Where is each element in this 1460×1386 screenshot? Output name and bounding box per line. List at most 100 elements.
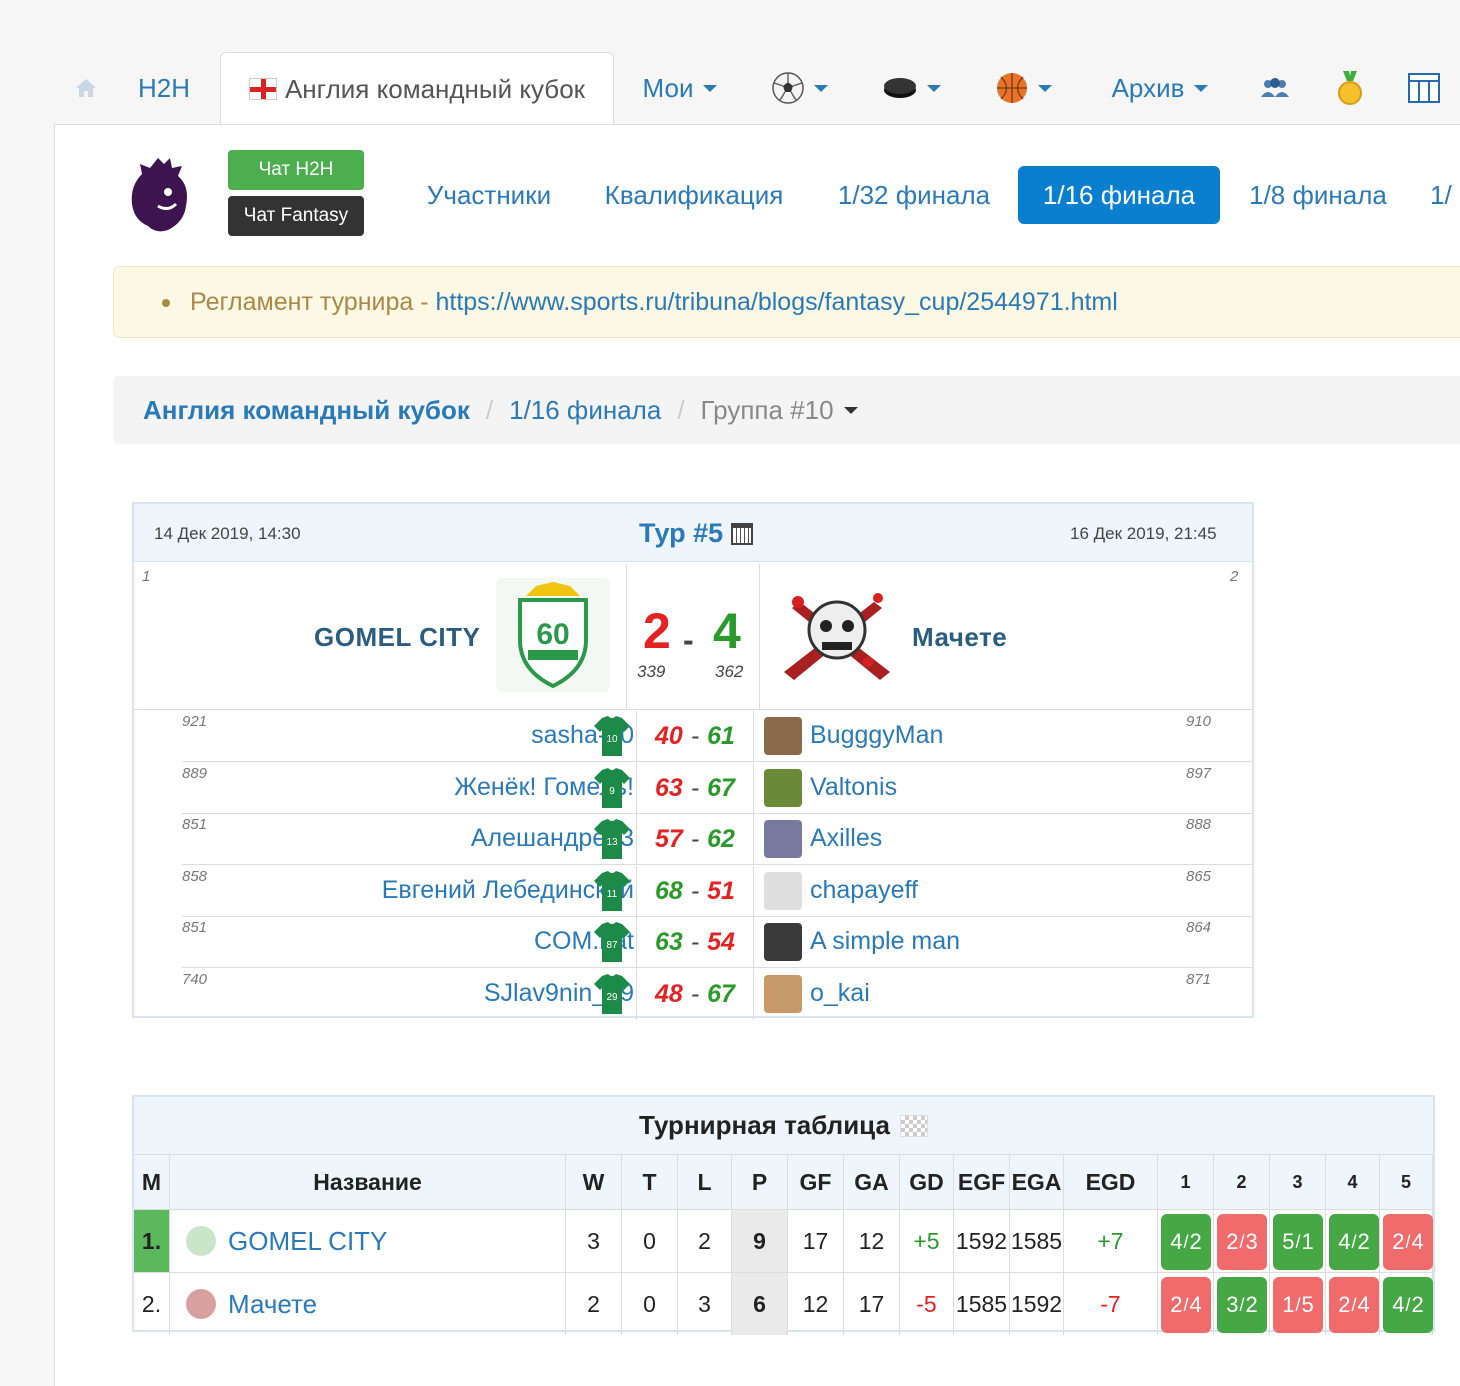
subnav-round-16[interactable]: 1/16 финала [1018, 166, 1220, 224]
result-badge[interactable]: 4/2 [1161, 1214, 1211, 1270]
subnav-qualification[interactable]: Квалификация [592, 166, 796, 224]
avatar [764, 717, 802, 755]
result-badge[interactable]: 4/2 [1383, 1277, 1433, 1333]
match-tour-title[interactable]: Тур #5 [639, 518, 754, 549]
subnav-label: 1/8 финала [1249, 179, 1387, 210]
tab-archive[interactable]: Архив [1100, 52, 1220, 124]
result-slash: / [1405, 1294, 1411, 1315]
standings-header-cell[interactable]: EGF [954, 1155, 1010, 1209]
rules-link[interactable]: https://www.sports.ru/tribuna/blogs/fant… [435, 288, 1117, 316]
jersey-number: 29 [606, 992, 618, 1003]
player-score: 40-61 [636, 711, 754, 762]
tab-football[interactable] [760, 52, 840, 124]
chat-h2h-button[interactable]: Чат H2H [228, 150, 364, 190]
medal-icon [1338, 71, 1362, 105]
standings-header-cell[interactable]: P [732, 1155, 788, 1209]
chat-fantasy-button[interactable]: Чат Fantasy [228, 196, 364, 236]
away-points: 362 [715, 662, 744, 681]
standings-header-cell[interactable]: GD [900, 1155, 954, 1209]
standings-team-label: GOMEL CITY [228, 1225, 388, 1256]
away-player-score: 54 [707, 928, 735, 956]
result-badge[interactable]: 2/4 [1329, 1277, 1379, 1333]
subnav-next-round[interactable]: 1/ [1430, 166, 1460, 224]
away-player-name[interactable]: Valtonis [810, 773, 897, 802]
gomel-crest-icon: 60 [518, 582, 588, 689]
result-badge[interactable]: 2/4 [1161, 1277, 1211, 1333]
checkered-flag-icon [899, 1114, 928, 1137]
standings-header-cell[interactable]: GF [788, 1155, 844, 1209]
away-player-name[interactable]: A simple man [810, 927, 960, 956]
standings-header-cell[interactable]: L [678, 1155, 732, 1209]
standings-place: 2. [134, 1273, 170, 1335]
tab-home[interactable] [66, 52, 106, 124]
result-badge[interactable]: 5/1 [1273, 1214, 1323, 1270]
away-player-rank: 910 [1186, 713, 1212, 730]
standings-header-cell[interactable]: EGA [1010, 1155, 1064, 1209]
away-player-name[interactable]: chapayeff [810, 876, 918, 905]
subnav-round-32[interactable]: 1/32 финала [826, 166, 1002, 224]
standings-row: 1. GOMEL CITY 3 0 2 9 17 12 +5 1592 1585 +7 4/2 2/3 5/… [134, 1209, 1433, 1272]
standings-egd: -7 [1064, 1273, 1158, 1335]
chevron-down-icon [927, 84, 941, 92]
standings-team-name[interactable]: Мачете [170, 1273, 566, 1335]
tab-medal[interactable] [1328, 52, 1372, 124]
player-matchup-row: 889 Женёк! Гомель! 9 63-67 Valtonis 897 [182, 762, 1252, 814]
jersey-number: 10 [606, 734, 618, 745]
standings-w: 2 [566, 1273, 622, 1335]
standings-p: 6 [732, 1273, 788, 1335]
home-player-score: 57 [655, 825, 683, 853]
tab-users[interactable] [1252, 52, 1298, 124]
jersey-number: 11 [607, 889, 618, 900]
tab-hockey[interactable] [872, 52, 952, 124]
standings-egd: +7 [1064, 1210, 1158, 1272]
match-header: 14 Дек 2019, 14:30 Тур #5 16 Дек 2019, 2… [134, 504, 1252, 562]
away-player-score: 67 [707, 979, 735, 1008]
jersey-number: 9 [609, 786, 615, 797]
tab-england-cup[interactable]: Англия командный кубок [220, 52, 614, 125]
breadcrumb-round[interactable]: 1/16 финала [509, 395, 661, 426]
standings-header-cell[interactable]: Название [170, 1155, 566, 1209]
standings-header-cell[interactable]: W [566, 1155, 622, 1209]
away-player-name[interactable]: Axilles [810, 824, 882, 853]
home-icon [76, 79, 96, 97]
away-player-name[interactable]: o_kai [810, 979, 870, 1008]
result-badge[interactable]: 1/5 [1273, 1277, 1323, 1333]
main-tabs: H2H Англия командный кубок Мои Архив [0, 52, 1460, 125]
home-team-name[interactable]: GOMEL CITY [314, 622, 480, 653]
player-matchup-row: 740 SJlav9nin_29 29 48-67 o_kai 871 [182, 968, 1252, 1020]
tab-table[interactable] [1402, 52, 1446, 124]
result-badge[interactable]: 4/2 [1329, 1214, 1379, 1270]
breadcrumb-group[interactable]: Группа #10 [701, 395, 834, 426]
home-player-rank: 889 [182, 764, 208, 782]
standings-egf: 1592 [954, 1210, 1010, 1272]
away-player-score: 61 [707, 722, 735, 750]
result-badge[interactable]: 2/3 [1217, 1214, 1267, 1270]
standings-header-cell[interactable]: GA [844, 1155, 900, 1209]
standings-team-name[interactable]: GOMEL CITY [170, 1210, 566, 1272]
standings-header-cell[interactable]: EGD [1064, 1155, 1158, 1209]
standings-header-cell[interactable]: T [622, 1155, 678, 1209]
tab-basketball[interactable] [984, 52, 1064, 124]
calendar-icon [731, 522, 754, 545]
home-player-rank: 851 [182, 816, 208, 833]
away-player-name[interactable]: BugggyMan [810, 721, 943, 750]
subnav-participants[interactable]: Участники [414, 166, 564, 224]
result-slash: / [1239, 1231, 1245, 1252]
standings-table: Турнирная таблица М Название W T L P GF GA GD EGF… [132, 1095, 1435, 1335]
jersey-icon: 13 [594, 819, 630, 859]
home-player-score: 63 [655, 773, 683, 802]
away-team-name[interactable]: Мачете [912, 622, 1007, 653]
chevron-down-icon[interactable] [843, 406, 858, 414]
standings-place: 1. [134, 1210, 170, 1272]
result-badge[interactable]: 2/4 [1383, 1214, 1433, 1270]
hockey-puck-icon [884, 78, 916, 98]
subnav-round-8[interactable]: 1/8 финала [1238, 166, 1398, 224]
breadcrumb-tournament[interactable]: Англия командный кубок [143, 395, 470, 426]
result-badge[interactable]: 3/2 [1217, 1277, 1267, 1333]
standings-result-cell: 1/5 [1270, 1273, 1326, 1335]
home-player-rank: 851 [182, 919, 208, 936]
tab-mine[interactable]: Мои [630, 52, 730, 124]
tab-h2h[interactable]: H2H [126, 52, 202, 124]
jersey-icon: 10 [594, 716, 630, 756]
player-score: 68-51 [636, 865, 754, 917]
